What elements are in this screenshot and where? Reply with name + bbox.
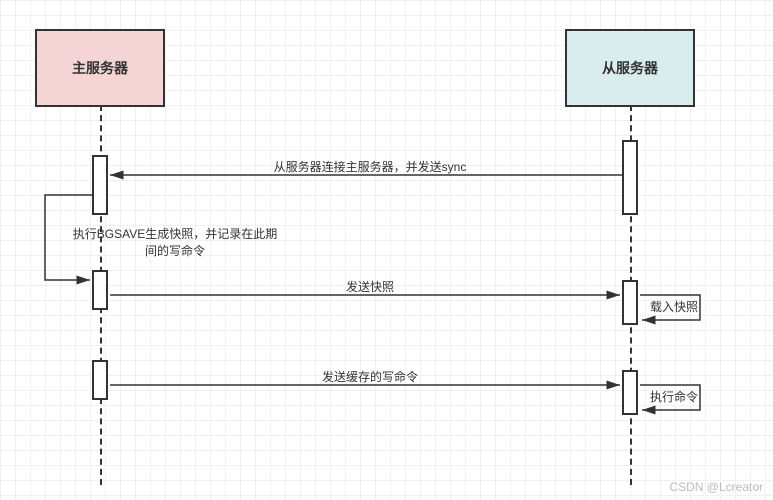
- activation-slave-3: [622, 370, 638, 415]
- activation-slave-2: [622, 280, 638, 325]
- message-label-buffered-cmds: 发送缓存的写命令: [200, 368, 540, 385]
- message-label-sync: 从服务器连接主服务器，并发送sync: [200, 158, 540, 175]
- participant-master-label: 主服务器: [72, 58, 128, 78]
- watermark: CSDN @Lcreator: [669, 480, 763, 494]
- activation-slave-1: [622, 140, 638, 215]
- participant-slave: 从服务器: [565, 29, 695, 107]
- side-label-exec-cmds: 执行命令: [650, 388, 730, 405]
- participant-master: 主服务器: [35, 29, 165, 107]
- activation-master-1: [92, 155, 108, 215]
- activation-master-3: [92, 360, 108, 400]
- message-label-snapshot: 发送快照: [200, 278, 540, 295]
- participant-slave-label: 从服务器: [602, 58, 658, 78]
- activation-master-2: [92, 270, 108, 310]
- self-message-label-bgsave: 执行BGSAVE生成快照，并记录在此期 间的写命令: [45, 225, 305, 259]
- side-label-load-snapshot: 载入快照: [650, 298, 730, 315]
